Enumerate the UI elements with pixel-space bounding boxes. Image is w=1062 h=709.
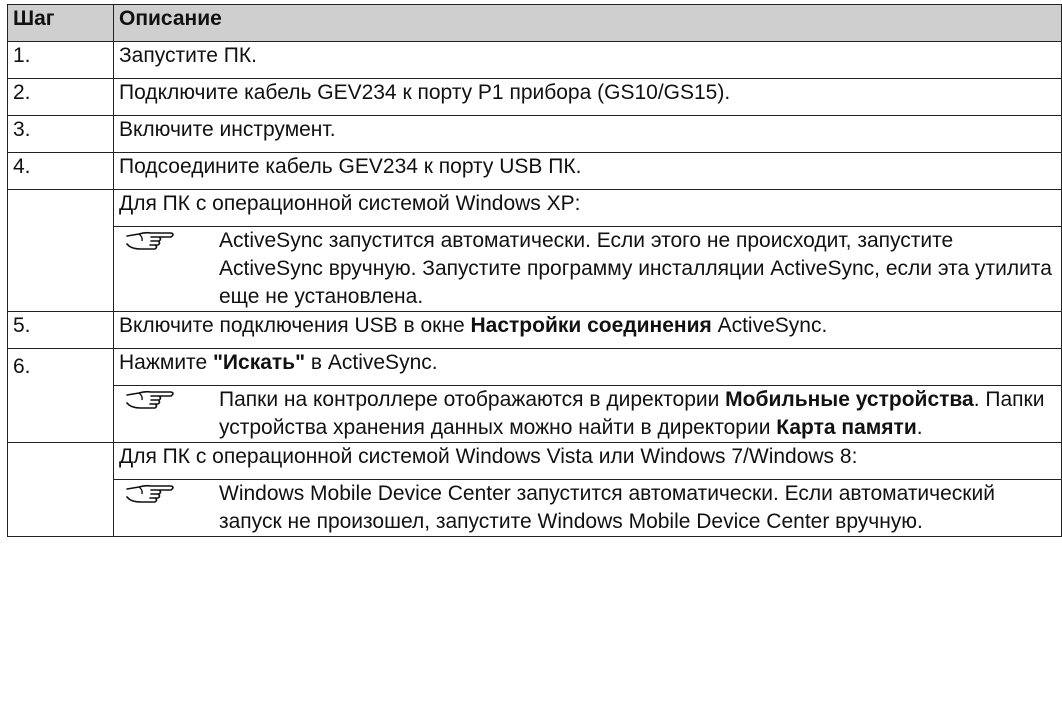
- table-header-row: Шаг Описание: [7, 4, 1062, 42]
- step-number-empty: [7, 442, 114, 537]
- note-cell: ActiveSync запустится автоматически. Есл…: [113, 226, 1062, 312]
- pointing-hand-icon: [126, 484, 174, 503]
- table-row: 3. Включите инструмент.: [7, 115, 1062, 153]
- note-row: Папки на контроллере отображаются в дире…: [8, 385, 1062, 443]
- table-row: Для ПК с операционной системой Windows V…: [7, 442, 1062, 537]
- note-cell: Папки на контроллере отображаются в дире…: [113, 385, 1062, 443]
- step-description: Включите инструмент.: [113, 115, 1062, 153]
- table-row: 1. Запустите ПК.: [7, 41, 1062, 79]
- step-number: 1.: [7, 41, 114, 79]
- note-cell: Windows Mobile Device Center запустится …: [113, 479, 1062, 537]
- note-row: Windows Mobile Device Center запустится …: [8, 479, 1062, 537]
- step-number: 2.: [7, 78, 114, 116]
- note-text: Windows Mobile Device Center запустится …: [219, 482, 995, 533]
- step-description: Запустите ПК.: [113, 41, 1062, 79]
- steps-table: Шаг Описание 1. Запустите ПК. 2. Подключ…: [7, 4, 1062, 537]
- pointing-hand-icon: [126, 390, 174, 409]
- step-description: Включите подключения USB в окне Настройк…: [113, 311, 1062, 349]
- note-text: ActiveSync запустится автоматически. Есл…: [219, 229, 1052, 308]
- ui-term: Настройки соединения: [470, 314, 712, 337]
- step-number: 5.: [7, 311, 114, 349]
- table-row: Для ПК с операционной системой Windows X…: [7, 189, 1062, 312]
- table-row: 5. Включите подключения USB в окне Настр…: [7, 311, 1062, 349]
- step-number: 3.: [7, 115, 114, 153]
- table-row: 4. Подсоедините кабель GEV234 к порту US…: [7, 152, 1062, 190]
- document-page: Шаг Описание 1. Запустите ПК. 2. Подключ…: [0, 0, 1062, 709]
- step-number-empty: [7, 189, 114, 312]
- pointing-hand-icon: [126, 231, 174, 250]
- header-step: Шаг: [7, 4, 114, 42]
- note-row: ActiveSync запустится автоматически. Есл…: [8, 226, 1062, 312]
- step-number: 6.: [7, 348, 114, 443]
- step-description: Нажмите "Искать" в ActiveSync.: [113, 348, 1062, 386]
- step-description: Подключите кабель GEV234 к порту P1 приб…: [113, 78, 1062, 116]
- note-text: Папки на контроллере отображаются в дире…: [219, 388, 1045, 439]
- step-description: Подсоедините кабель GEV234 к порту USB П…: [113, 152, 1062, 190]
- ui-term: "Искать": [212, 351, 306, 374]
- table-row: 6. Нажмите "Искать" в ActiveSync.: [7, 348, 1062, 443]
- step-number: 4.: [7, 152, 114, 190]
- table-row: 2. Подключите кабель GEV234 к порту P1 п…: [7, 78, 1062, 116]
- header-description: Описание: [113, 4, 1062, 42]
- step-description: Для ПК с операционной системой Windows X…: [113, 189, 1062, 227]
- step-description: Для ПК с операционной системой Windows V…: [113, 442, 1062, 480]
